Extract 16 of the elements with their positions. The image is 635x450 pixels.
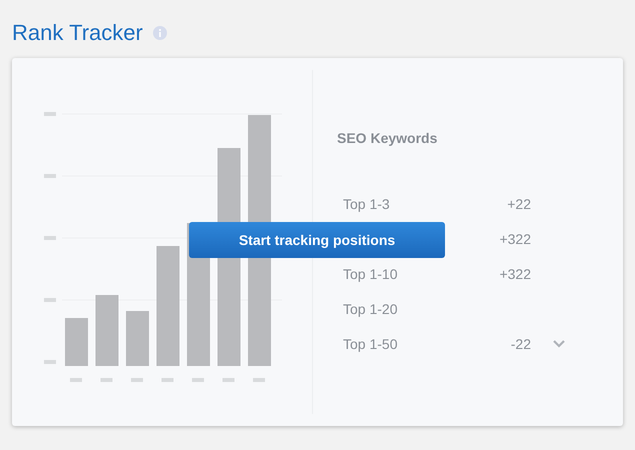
start-tracking-button[interactable]: Start tracking positions xyxy=(189,222,445,258)
row-label: Top 1-3 xyxy=(343,196,390,212)
section-title: SEO Keywords xyxy=(337,130,438,146)
page-title: Rank Tracker xyxy=(12,20,143,46)
row-value: -22 xyxy=(510,336,531,352)
chart-bar xyxy=(65,318,88,366)
row-label: Top 1-10 xyxy=(343,266,398,282)
row-value: +322 xyxy=(499,230,531,246)
row-value: +22 xyxy=(507,196,531,212)
chart-bar xyxy=(126,311,149,366)
chart-bar xyxy=(96,295,118,366)
row-value: +322 xyxy=(499,266,531,282)
row-label: Top 1-20 xyxy=(343,300,398,316)
info-icon[interactable] xyxy=(152,26,167,40)
row-label: Top 1-50 xyxy=(343,336,398,352)
chevron-down-icon[interactable] xyxy=(553,340,565,348)
